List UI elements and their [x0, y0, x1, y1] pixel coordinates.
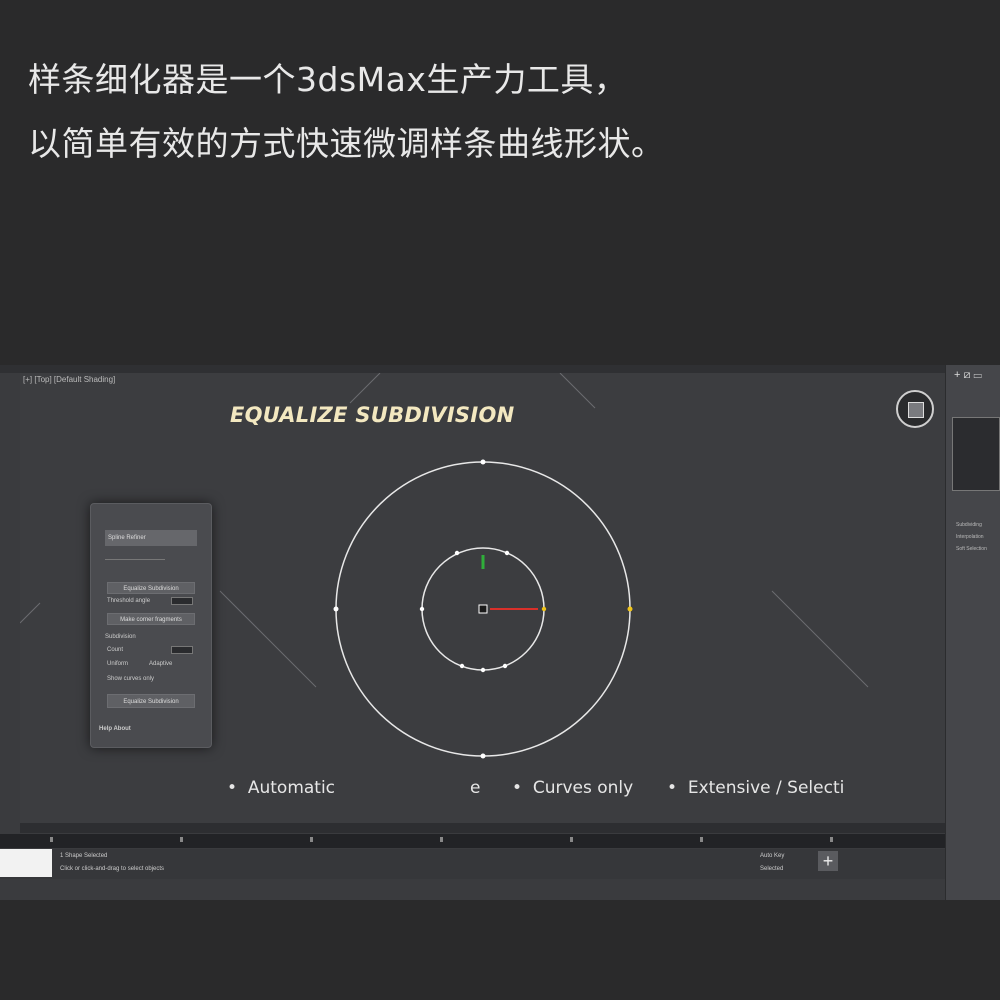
viewcube-icon[interactable]	[896, 390, 934, 428]
timeline-tick	[310, 837, 313, 842]
command-panel-tabs[interactable]: + ⧄ ▭	[954, 369, 982, 382]
grid-line	[219, 590, 317, 688]
bullet-extensive: • Extensive / Selecti	[667, 778, 845, 798]
inner-vertex	[502, 663, 508, 669]
timeline-tick	[440, 837, 443, 842]
bullet-fragment-text: e	[470, 778, 481, 798]
inner-vertex	[419, 606, 425, 612]
command-panel: + ⧄ ▭ Subdividing Interpolation Soft Sel…	[945, 365, 1000, 900]
app-screenshot: [+] [Top] [Default Shading] EQUALIZE SUB…	[0, 365, 1000, 900]
status-bar: 1 Shape Selected Click or click-and-drag…	[0, 849, 945, 879]
bullet-extensive-text: Extensive / Selecti	[687, 778, 845, 798]
selected-label[interactable]: Selected	[760, 866, 783, 872]
maxscript-listener[interactable]	[0, 849, 52, 877]
grid-line	[771, 590, 869, 688]
threshold-slider[interactable]	[171, 597, 193, 605]
inner-vertex	[504, 550, 510, 556]
caption-line-1: 样条细化器是一个3dsMax生产力工具，	[28, 60, 628, 99]
outer-vertex	[480, 459, 486, 465]
rollout-subdividing[interactable]: Subdividing	[956, 522, 982, 528]
help-about[interactable]: Help About	[99, 726, 131, 732]
spline-refiner-panel: Spline Refiner Equalize Subdivision Thre…	[90, 503, 212, 748]
subdivision-label: Subdivision	[105, 634, 136, 640]
uniform-option[interactable]: Uniform	[107, 661, 128, 667]
outer-vertex	[333, 606, 339, 612]
status-prompt: Click or click-and-drag to select object…	[60, 866, 165, 872]
equalize-button-top[interactable]: Equalize Subdivision	[107, 582, 195, 594]
make-corners-button[interactable]: Make corner fragments	[107, 613, 195, 625]
panel-divider	[105, 559, 165, 560]
timeline-tick	[180, 837, 183, 842]
timeline-tick	[700, 837, 703, 842]
gizmo-pivot	[478, 604, 488, 614]
timeline-tick	[830, 837, 833, 842]
curves-only-checkbox[interactable]: Show curves only	[107, 676, 154, 682]
caption-line-2: 以简单有效的方式快速微调样条曲线形状。	[28, 124, 665, 163]
timeline-marker	[50, 837, 53, 842]
time-slider[interactable]	[20, 823, 945, 833]
bullet-fragment: e	[470, 778, 480, 798]
bullet-curves-only-text: Curves only	[532, 778, 634, 798]
caption: 样条细化器是一个3dsMax生产力工具， 以简单有效的方式快速微调样条曲线形状。	[28, 48, 968, 176]
rollout-interpolation[interactable]: Interpolation	[956, 534, 984, 540]
viewcube-face[interactable]	[908, 402, 924, 418]
apply-button[interactable]: Equalize Subdivision	[107, 694, 195, 708]
adaptive-option[interactable]: Adaptive	[149, 661, 172, 667]
auto-key-label[interactable]: Auto Key	[760, 853, 784, 859]
inner-vertex	[480, 667, 486, 673]
count-slider[interactable]	[171, 646, 193, 654]
modifier-stack[interactable]	[952, 417, 1000, 491]
feature-bullets: • Automatic e • Curves only • Extensive …	[20, 778, 945, 802]
viewport[interactable]: [+] [Top] [Default Shading] EQUALIZE SUB…	[20, 373, 945, 828]
inner-vertex-selected	[541, 606, 547, 612]
outer-vertex	[480, 753, 486, 759]
status-selection: 1 Shape Selected	[60, 853, 108, 859]
count-label: Count	[107, 647, 124, 653]
outer-vertex-selected	[627, 606, 633, 612]
add-key-button[interactable]: +	[818, 851, 838, 871]
menu-bar	[0, 365, 945, 373]
grid-line	[20, 602, 41, 624]
bullet-automatic: • Automatic	[227, 778, 336, 798]
inner-vertex	[454, 550, 460, 556]
grid-line	[349, 373, 381, 404]
bullet-automatic-text: Automatic	[247, 778, 336, 798]
inner-vertex	[459, 663, 465, 669]
timeline-ruler[interactable]	[0, 834, 945, 848]
rollout-soft-selection[interactable]: Soft Selection	[956, 546, 987, 552]
timeline-tick	[570, 837, 573, 842]
bullet-curves-only: • Curves only	[512, 778, 634, 798]
grid-line	[559, 373, 596, 409]
panel-header: Spline Refiner	[105, 530, 197, 546]
threshold-label: Threshold angle	[107, 598, 151, 604]
